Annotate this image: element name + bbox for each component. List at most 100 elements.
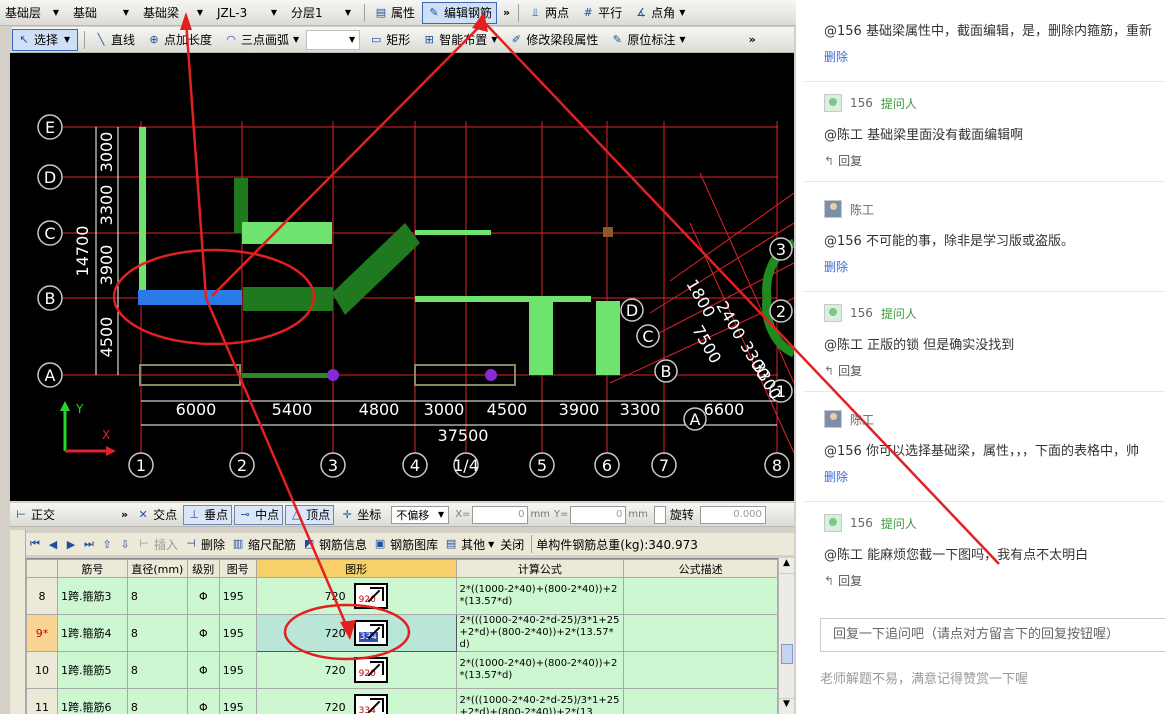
cell-shape[interactable]: 720 334 <box>255 614 457 652</box>
table-row[interactable]: 11 1跨.箍筋6 8 Φ 195 720 334 2*(((1000-2*40-… <box>26 688 778 714</box>
table-row[interactable]: 10 1跨.箍筋5 8 Φ 195 720 920 2*((1000-2*40)+… <box>26 651 778 689</box>
col-header-diameter[interactable]: 直径(mm) <box>126 559 188 578</box>
rotate-checkbox[interactable] <box>653 505 666 524</box>
cell-description[interactable] <box>623 651 778 689</box>
arc-tool-button[interactable]: ◠ 三点画弧 ▼ <box>219 29 304 51</box>
overflow-chevron-icon[interactable]: » <box>121 508 128 521</box>
delete-link[interactable]: 删除 <box>824 258 848 275</box>
insert-button[interactable]: ⊢ 插入 <box>134 534 181 554</box>
last-record-icon[interactable]: ⏭ <box>80 537 98 551</box>
cell-figure-no[interactable]: 195 <box>218 614 257 652</box>
cell-grade[interactable]: Φ <box>186 688 220 714</box>
author-name[interactable]: 陈工 <box>850 411 874 428</box>
row-index[interactable]: 11 <box>26 688 58 714</box>
ortho-toggle[interactable]: ⊢ 正交 <box>10 505 59 525</box>
cell-formula[interactable]: 2*((1000-2*40)+(800-2*40))+2*(13.57*d) <box>455 651 625 689</box>
cell-figure-no[interactable]: 195 <box>218 688 257 714</box>
vertex-snap-toggle[interactable]: △ 顶点 <box>285 504 335 525</box>
rotate-input[interactable]: 0.000 <box>699 505 766 524</box>
cell-diameter[interactable]: 8 <box>126 651 188 689</box>
perp-snap-toggle[interactable]: ⊥ 垂点 <box>183 504 233 525</box>
prev-record-icon[interactable]: ◀ <box>44 538 62 551</box>
edit-rebar-button[interactable]: ✎ 编辑钢筋 <box>422 1 498 24</box>
cell-figure-no[interactable]: 195 <box>218 577 257 615</box>
author-name[interactable]: 156 <box>850 516 873 530</box>
y-input[interactable]: 0 <box>570 505 627 524</box>
parallel-button[interactable]: # 平行 <box>576 2 627 24</box>
cell-diameter[interactable]: 8 <box>126 614 188 652</box>
rebar-info-button[interactable]: ◩ 钢筋信息 <box>299 534 370 554</box>
author-name[interactable]: 156 <box>850 306 873 320</box>
component-type-dropdown[interactable]: 基础梁 ▼ <box>138 3 208 23</box>
cell-bar-name[interactable]: 1跨.箍筋4 <box>56 614 128 652</box>
close-panel-button[interactable]: 关闭 <box>497 534 527 554</box>
rebar-panel-side-tab[interactable] <box>10 530 26 714</box>
col-header-bar-no[interactable]: 筋号 <box>56 559 128 578</box>
scroll-thumb[interactable] <box>781 644 793 664</box>
offset-dropdown[interactable]: 不偏移 ▼ <box>391 505 450 524</box>
next-record-icon[interactable]: ▶ <box>62 538 80 551</box>
in-place-annotation-button[interactable]: ✎ 原位标注 ▼ <box>605 29 690 51</box>
mid-snap-toggle[interactable]: ⊸ 中点 <box>234 504 284 525</box>
delete-button[interactable]: ⊣ 删除 <box>181 534 228 554</box>
category-dropdown[interactable]: 基础 ▼ <box>68 3 134 23</box>
col-header-shape[interactable]: 图形 <box>255 559 457 578</box>
col-header-formula[interactable]: 计算公式 <box>455 559 625 578</box>
cell-description[interactable] <box>623 577 778 615</box>
floor-dropdown[interactable]: 基础层 ▼ <box>0 3 64 23</box>
cad-drawing-canvas[interactable]: E D C B A 1 2 3 4 1/4 5 6 7 8 D C B A 3 … <box>10 53 794 501</box>
row-index[interactable]: 8 <box>26 577 58 615</box>
cell-formula[interactable]: 2*(((1000-2*40-2*d-25)/3*1+25+2*d)+(800-… <box>455 688 625 714</box>
cell-shape[interactable]: 720 334 <box>255 688 457 714</box>
col-header-description[interactable]: 公式描述 <box>623 559 778 578</box>
table-row[interactable]: 8 1跨.箍筋3 8 Φ 195 720 920 2*((1000-2*40)+(… <box>26 577 778 615</box>
two-point-button[interactable]: ⫫ 两点 <box>523 2 574 24</box>
x-input[interactable]: 0 <box>472 505 529 524</box>
delete-link[interactable]: 删除 <box>824 468 848 485</box>
cell-shape[interactable]: 720 920 <box>255 577 457 615</box>
overflow-chevron-icon[interactable]: » <box>749 33 756 46</box>
scale-rebar-button[interactable]: ▥ 缩尺配筋 <box>228 534 299 554</box>
intersect-snap-toggle[interactable]: ✕ 交点 <box>132 505 181 525</box>
row-index[interactable]: 9* <box>26 614 58 652</box>
component-name-dropdown[interactable]: JZL-3 ▼ <box>212 3 282 23</box>
cell-formula[interactable]: 2*(((1000-2*40-2*d-25)/3*1+25+2*d)+(800-… <box>455 614 625 652</box>
row-index[interactable]: 10 <box>26 651 58 689</box>
reply-link[interactable]: ↰ 回复 <box>824 152 862 169</box>
scroll-down-icon[interactable]: ▼ <box>779 698 794 714</box>
coord-snap-toggle[interactable]: ✛ 坐标 <box>336 505 385 525</box>
cell-shape[interactable]: 720 920 <box>255 651 457 689</box>
delete-link[interactable]: 删除 <box>824 48 848 65</box>
point-angle-button[interactable]: ∡ 点角 ▼ <box>629 2 690 24</box>
cell-figure-no[interactable]: 195 <box>218 651 257 689</box>
point-length-tool-button[interactable]: ⊕ 点加长度 <box>142 29 217 51</box>
cell-diameter[interactable]: 8 <box>126 577 188 615</box>
cell-bar-name[interactable]: 1跨.箍筋6 <box>56 688 128 714</box>
cell-bar-name[interactable]: 1跨.箍筋5 <box>56 651 128 689</box>
col-header-grade[interactable]: 级别 <box>186 559 220 578</box>
col-header-index[interactable] <box>26 559 58 578</box>
table-scrollbar[interactable]: ▲ ▼ <box>778 558 794 714</box>
cell-grade[interactable]: Φ <box>186 577 220 615</box>
rect-tool-button[interactable]: ▭ 矩形 <box>364 29 415 51</box>
cell-description[interactable] <box>623 614 778 652</box>
cell-bar-name[interactable]: 1跨.箍筋3 <box>56 577 128 615</box>
table-row-selected[interactable]: 9* 1跨.箍筋4 8 Φ 195 720 334 2*(((1000-2*40-… <box>26 614 778 652</box>
arc-option-dropdown[interactable]: ▼ <box>306 29 361 50</box>
move-up-icon[interactable]: ⇧ <box>98 538 116 551</box>
rebar-library-button[interactable]: ▣ 钢筋图库 <box>370 534 441 554</box>
reply-link[interactable]: ↰ 回复 <box>824 572 862 589</box>
move-down-icon[interactable]: ⇩ <box>116 538 134 551</box>
modify-segment-button[interactable]: ✐ 修改梁段属性 <box>504 29 603 51</box>
property-button[interactable]: ▤ 属性 <box>369 2 420 24</box>
author-name[interactable]: 156 <box>850 96 873 110</box>
author-name[interactable]: 陈工 <box>850 201 874 218</box>
first-record-icon[interactable]: ⏮ <box>26 537 44 551</box>
cell-grade[interactable]: Φ <box>186 614 220 652</box>
layer-dropdown[interactable]: 分层1 ▼ <box>286 3 356 23</box>
reply-link[interactable]: ↰ 回复 <box>824 362 862 379</box>
overflow-chevron-icon[interactable]: » <box>503 6 510 19</box>
cell-grade[interactable]: Φ <box>186 651 220 689</box>
scroll-up-icon[interactable]: ▲ <box>779 558 794 574</box>
reply-input[interactable]: 回复一下追问吧（请点对方留言下的回复按钮喔） <box>820 618 1165 652</box>
